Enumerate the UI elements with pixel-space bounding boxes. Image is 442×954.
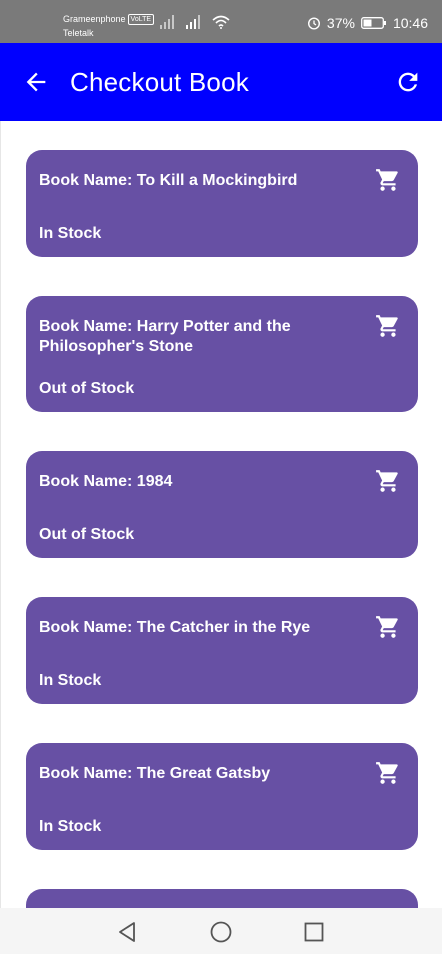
book-card[interactable]: Book Name: To Kill a Mockingbird In Stoc… <box>26 150 418 257</box>
book-card[interactable]: Book Name: The Great Gatsby In Stock <box>26 743 418 850</box>
checkout-button[interactable] <box>375 760 401 786</box>
back-button[interactable] <box>22 68 50 96</box>
stock-status: In Stock <box>39 672 102 689</box>
stock-status: Out of Stock <box>39 526 135 543</box>
stock-status: In Stock <box>39 225 102 242</box>
signal-icon <box>186 15 200 29</box>
book-list[interactable]: Book Name: To Kill a Mockingbird In Stoc… <box>0 121 442 908</box>
volte-badge: VoLTE <box>127 14 155 25</box>
book-card-partial[interactable] <box>26 889 418 908</box>
back-triangle-icon <box>119 922 135 942</box>
battery-percent: 37% <box>326 15 355 31</box>
book-title: Book Name: 1984 <box>39 473 173 490</box>
book-card[interactable]: Book Name: The Catcher in the Rye In Sto… <box>26 597 418 704</box>
alarm-icon <box>307 17 320 30</box>
wifi-icon <box>212 15 230 29</box>
refresh-icon <box>398 72 418 92</box>
book-title: Book Name: Harry Potter and the Philosop… <box>39 318 291 355</box>
signal-icon <box>160 15 174 29</box>
book-card[interactable]: Book Name: 1984 Out of Stock <box>26 451 418 558</box>
nav-back-button[interactable] <box>114 919 140 945</box>
checkout-button[interactable] <box>375 614 401 640</box>
arrow-back-icon <box>26 72 46 92</box>
carrier-2: Teletalk <box>63 28 94 38</box>
page-title: Checkout Book <box>70 67 249 97</box>
checkout-button[interactable] <box>375 313 401 339</box>
clock: 10:46 <box>392 15 428 31</box>
status-bar: Grameenphone VoLTE Teletalk 37% 10:46 <box>0 0 442 43</box>
home-circle-icon <box>210 921 232 943</box>
book-card[interactable]: Book Name: Harry Potter and the Philosop… <box>26 296 418 412</box>
signal-indicators <box>160 15 230 29</box>
system-nav-bar <box>0 908 442 954</box>
stock-status: In Stock <box>39 818 102 835</box>
battery-icon <box>361 17 386 29</box>
nav-recents-button[interactable] <box>301 919 327 945</box>
carrier-1: Grameenphone <box>63 14 126 24</box>
recents-square-icon <box>304 922 324 942</box>
shopping-cart-icon <box>376 315 398 337</box>
book-title: Book Name: The Catcher in the Rye <box>39 619 311 636</box>
checkout-button[interactable] <box>375 167 401 193</box>
carrier-info: Grameenphone VoLTE Teletalk <box>63 12 155 40</box>
shopping-cart-icon <box>376 762 398 784</box>
checkout-button[interactable] <box>375 468 401 494</box>
stock-status: Out of Stock <box>39 380 135 397</box>
book-title: Book Name: The Great Gatsby <box>39 765 271 782</box>
status-right: 37% 10:46 <box>307 15 428 31</box>
shopping-cart-icon <box>376 616 398 638</box>
shopping-cart-icon <box>376 470 398 492</box>
app-bar: Checkout Book <box>0 43 442 121</box>
book-title: Book Name: To Kill a Mockingbird <box>39 172 298 189</box>
shopping-cart-icon <box>376 169 398 191</box>
nav-home-button[interactable] <box>208 919 234 945</box>
refresh-button[interactable] <box>394 68 422 96</box>
